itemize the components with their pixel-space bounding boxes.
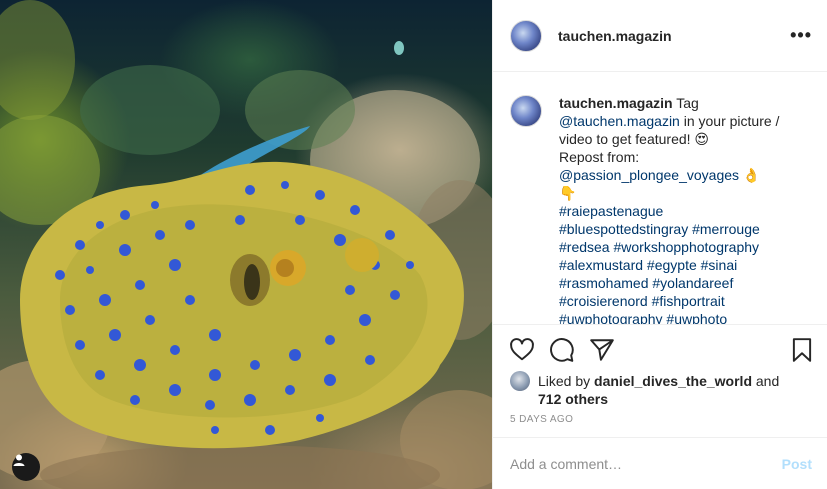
- likes-summary: Liked by daniel_dives_the_world and 712 …: [510, 371, 820, 408]
- caption-area: tauchen.magazin Tag @tauchen.magazin in …: [493, 72, 827, 324]
- tagged-users-icon[interactable]: [12, 453, 40, 481]
- caption-author-avatar[interactable]: [510, 95, 542, 127]
- likes-text: Liked by daniel_dives_the_world and 712 …: [538, 372, 779, 408]
- liker-avatar[interactable]: [510, 371, 530, 391]
- hashtag-line[interactable]: #uwphotography #uwphoto: [559, 310, 799, 324]
- comment-icon[interactable]: [549, 337, 575, 363]
- hashtag-line[interactable]: #redsea #workshopphotography: [559, 238, 799, 256]
- post-header: tauchen.magazin •••: [493, 0, 827, 72]
- bookmark-icon[interactable]: [789, 337, 815, 363]
- hashtag-line[interactable]: #alexmustard #egypte #sinai: [559, 256, 799, 274]
- post-side-panel: tauchen.magazin ••• tauchen.magazin Tag …: [492, 0, 827, 489]
- caption-intro: Tag: [672, 95, 699, 111]
- comment-input[interactable]: [510, 455, 782, 472]
- likes-middle: and: [752, 373, 780, 389]
- caption-username[interactable]: tauchen.magazin: [559, 95, 673, 111]
- mention-link[interactable]: @tauchen.magazin: [559, 113, 680, 129]
- post-timestamp[interactable]: 5 DAYS AGO: [510, 414, 573, 425]
- hashtag-line[interactable]: #croisierenord #fishportrait: [559, 292, 799, 310]
- pointing-down-emoji: 👇: [559, 185, 577, 201]
- likes-others-link[interactable]: 712 others: [538, 391, 608, 407]
- share-icon[interactable]: [589, 337, 615, 363]
- caption-text: tauchen.magazin Tag @tauchen.magazin in …: [559, 94, 799, 324]
- repost-mention-link[interactable]: @passion_plongee_voyages: [559, 167, 739, 183]
- post-comment-button[interactable]: Post: [782, 456, 812, 472]
- ok-hand-emoji: 👌: [739, 167, 761, 183]
- stingray-image: [0, 0, 492, 489]
- hashtag-line[interactable]: #rasmohamed #yolandareef: [559, 274, 799, 292]
- author-username[interactable]: tauchen.magazin: [558, 28, 672, 44]
- hashtag-line[interactable]: #raiepastenague: [559, 202, 799, 220]
- hashtag-line[interactable]: #bluespottedstingray #merrouge: [559, 220, 799, 238]
- post-photo[interactable]: [0, 0, 492, 489]
- likes-prefix: Liked by: [538, 373, 595, 389]
- user-icon: [13, 454, 25, 466]
- repost-label: Repost from:: [559, 149, 640, 165]
- liker-username[interactable]: daniel_dives_the_world: [594, 373, 752, 389]
- heart-icon[interactable]: [509, 337, 535, 363]
- comment-bar: Post: [493, 437, 827, 489]
- action-bar: [493, 324, 827, 370]
- author-avatar[interactable]: [510, 19, 542, 52]
- ellipsis-icon[interactable]: •••: [790, 26, 812, 44]
